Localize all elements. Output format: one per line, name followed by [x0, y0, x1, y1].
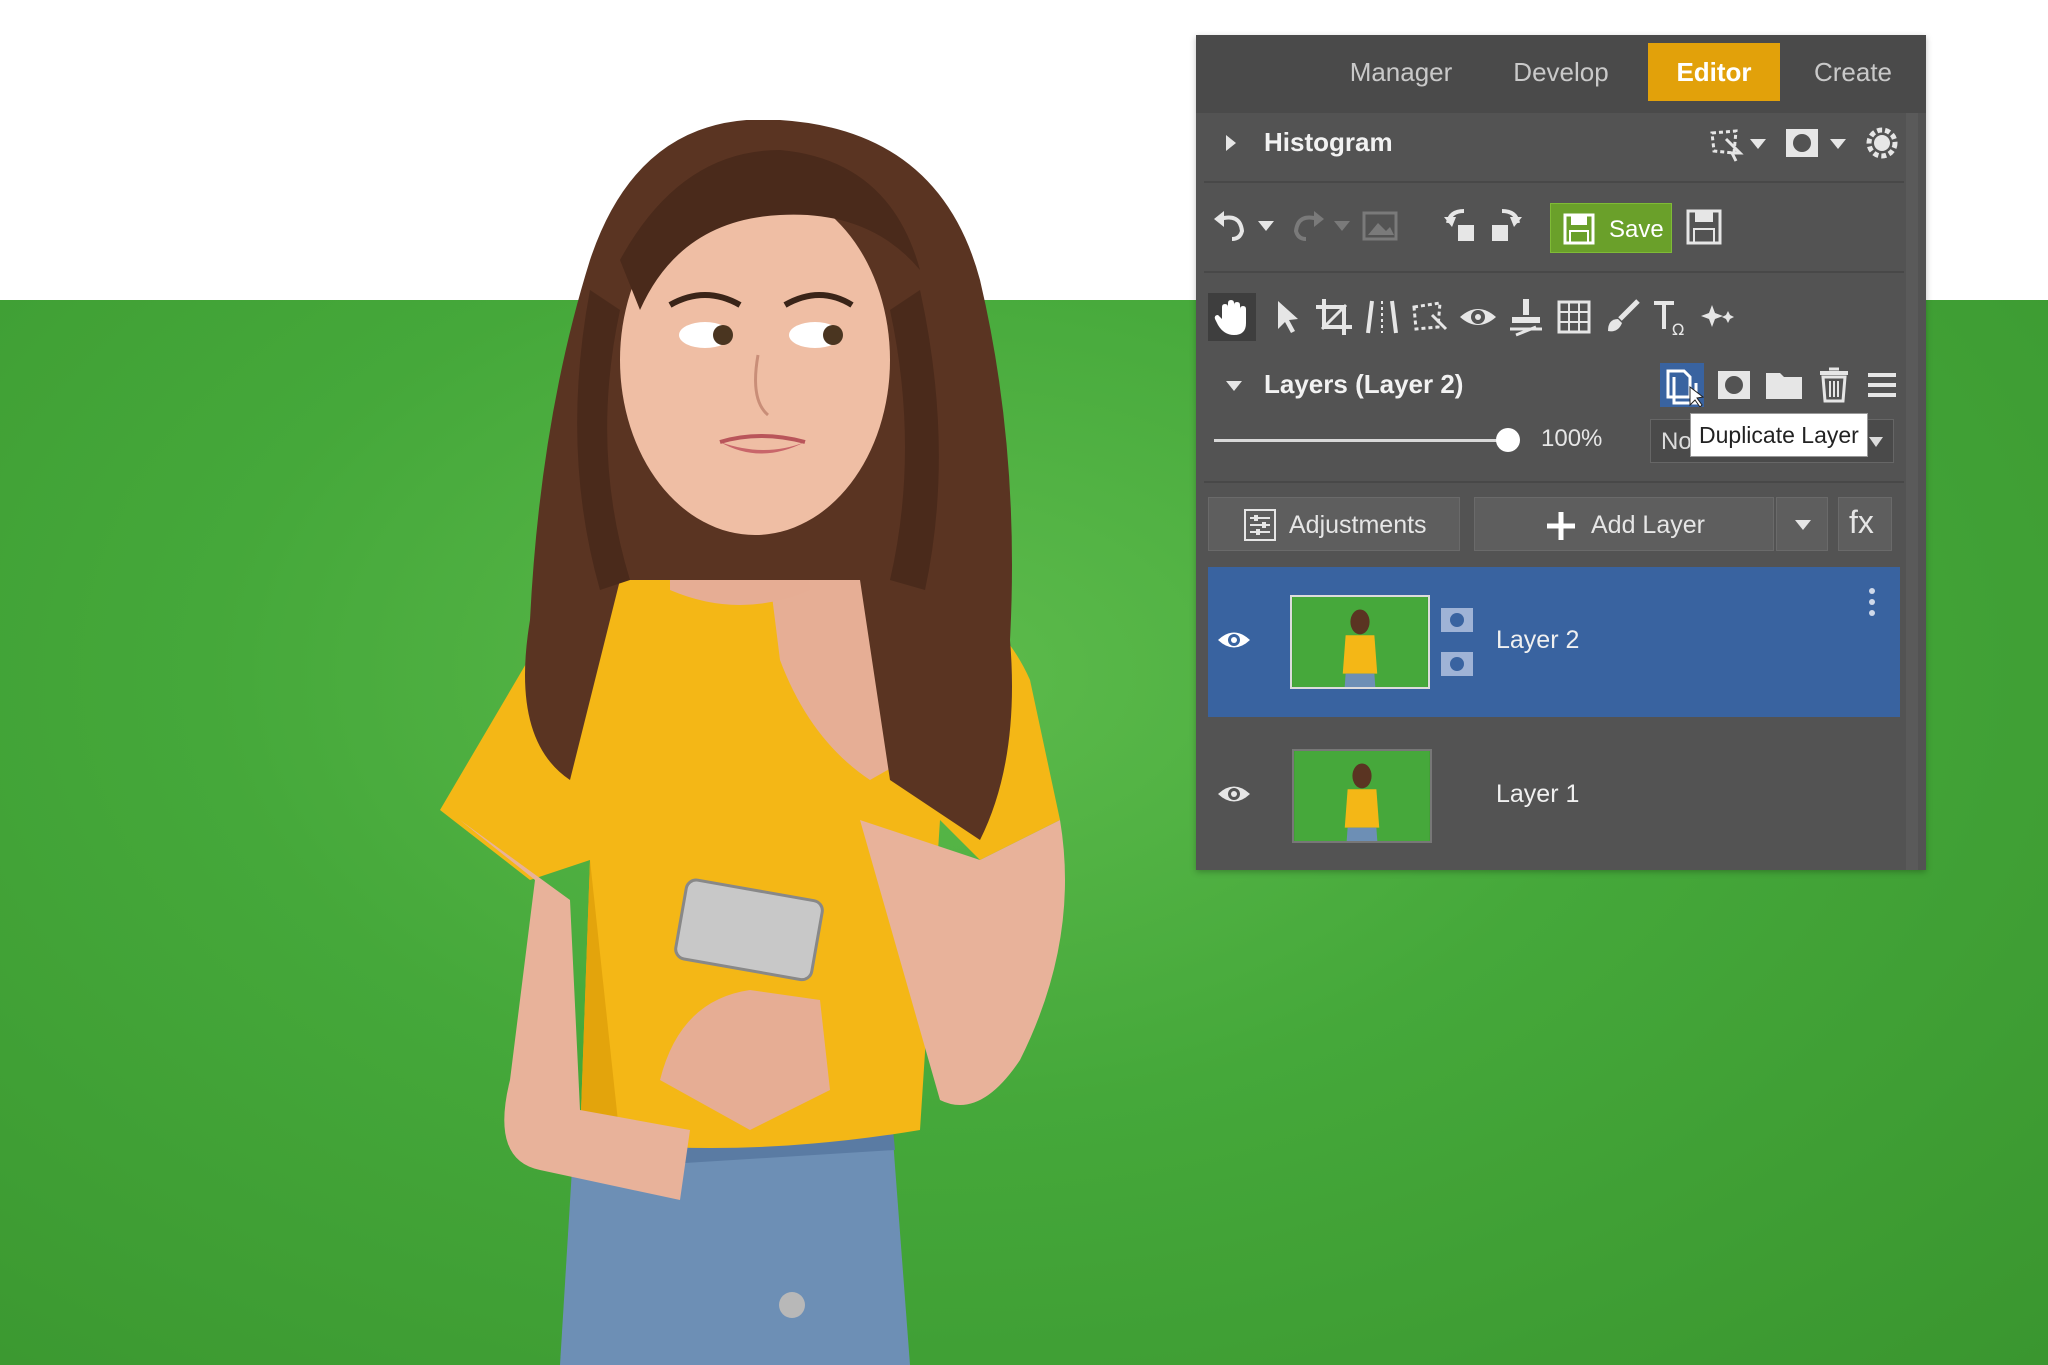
divider: [1204, 181, 1904, 183]
layer-mask-icon[interactable]: [1440, 651, 1474, 677]
expand-arrow-icon[interactable]: [1224, 133, 1238, 153]
red-eye-tool-icon[interactable]: [1458, 297, 1498, 337]
straighten-tool-icon[interactable]: [1362, 297, 1402, 337]
chevron-down-icon[interactable]: [1334, 221, 1350, 231]
layer-mask-icon[interactable]: [1440, 607, 1474, 633]
layer-1-thumbnail: [1292, 749, 1432, 843]
adjustments-icon: [1244, 509, 1276, 541]
folder-icon[interactable]: [1764, 365, 1804, 405]
layer-2-name: Layer 2: [1496, 626, 1580, 654]
editor-panel: Manager Develop Editor Create Histogram: [1196, 35, 1926, 870]
save-button[interactable]: Save: [1550, 203, 1672, 253]
woman-photo: [440, 120, 1065, 1365]
layer-mask-icon[interactable]: [1714, 365, 1754, 405]
pointer-tool-icon[interactable]: [1268, 297, 1308, 337]
chevron-down-icon[interactable]: [1830, 139, 1846, 149]
chevron-down-icon[interactable]: [1750, 139, 1766, 149]
tab-manager[interactable]: Manager: [1326, 43, 1476, 101]
selection-mode-icon[interactable]: [1706, 123, 1746, 163]
layer-row-layer-2[interactable]: Layer 2: [1208, 567, 1900, 717]
tab-develop[interactable]: Develop: [1486, 43, 1636, 101]
selection-tool-icon[interactable]: [1410, 297, 1450, 337]
blend-mode-value: No: [1661, 428, 1692, 455]
layer-row-layer-1[interactable]: Layer 1: [1208, 721, 1900, 871]
floppy-disk-icon: [1563, 213, 1595, 245]
svg-text:Ω: Ω: [1672, 320, 1684, 337]
transform-tool-icon[interactable]: [1554, 297, 1594, 337]
mask-icon[interactable]: [1782, 123, 1822, 163]
save-as-icon[interactable]: [1684, 207, 1724, 247]
adjustments-button[interactable]: Adjustments: [1208, 497, 1460, 551]
eye-icon[interactable]: [1216, 781, 1252, 807]
opacity-slider-handle[interactable]: [1496, 428, 1520, 452]
collapse-arrow-icon[interactable]: [1224, 379, 1244, 393]
layer-2-thumbnail: [1290, 595, 1430, 689]
redo-icon[interactable]: [1288, 205, 1328, 245]
layers-header[interactable]: Layers (Layer 2): [1196, 355, 1906, 415]
chevron-down-icon[interactable]: [1258, 221, 1274, 231]
histogram-header[interactable]: Histogram: [1196, 113, 1906, 173]
divider: [1204, 481, 1904, 483]
undo-icon[interactable]: [1210, 205, 1250, 245]
settings-gear-icon[interactable]: [1862, 123, 1902, 163]
add-layer-dropdown[interactable]: [1776, 497, 1828, 551]
fx-button[interactable]: fx: [1838, 497, 1892, 551]
chevron-down-icon: [1869, 437, 1883, 447]
crop-tool-icon[interactable]: [1314, 297, 1354, 337]
rotate-right-icon[interactable]: [1486, 205, 1526, 245]
duplicate-layer-icon[interactable]: [1660, 363, 1705, 408]
histogram-title: Histogram: [1264, 127, 1393, 157]
brush-tool-icon[interactable]: [1602, 297, 1642, 337]
add-layer-label: Add Layer: [1591, 511, 1705, 539]
tab-create[interactable]: Create: [1788, 43, 1918, 101]
opacity-value: 100%: [1541, 425, 1603, 452]
fx-label: fx: [1849, 504, 1874, 540]
layer-1-name: Layer 1: [1496, 780, 1580, 808]
hand-tool-icon[interactable]: [1208, 293, 1256, 341]
clone-stamp-tool-icon[interactable]: [1506, 297, 1546, 337]
opacity-slider-track[interactable]: [1214, 439, 1504, 442]
adjustments-label: Adjustments: [1289, 511, 1427, 539]
divider: [1204, 271, 1904, 273]
more-options-icon[interactable]: [1868, 587, 1876, 617]
rotate-left-icon[interactable]: [1440, 205, 1480, 245]
trash-icon[interactable]: [1814, 365, 1854, 405]
panel-scrollbar[interactable]: [1906, 113, 1918, 870]
effects-stars-icon[interactable]: [1698, 297, 1738, 337]
module-tabs: Manager Develop Editor Create: [1196, 35, 1926, 113]
plus-icon: [1547, 512, 1575, 540]
layers-title: Layers (Layer 2): [1264, 369, 1464, 399]
add-layer-button[interactable]: Add Layer: [1474, 497, 1774, 551]
duplicate-layer-tooltip: Duplicate Layer: [1690, 413, 1868, 457]
menu-icon[interactable]: [1862, 365, 1902, 405]
chevron-down-icon: [1795, 520, 1811, 530]
save-label: Save: [1609, 216, 1664, 243]
image-icon[interactable]: [1360, 205, 1400, 245]
eye-icon[interactable]: [1216, 627, 1252, 653]
tab-editor[interactable]: Editor: [1648, 43, 1780, 101]
text-tool-icon[interactable]: Ω: [1650, 297, 1690, 339]
